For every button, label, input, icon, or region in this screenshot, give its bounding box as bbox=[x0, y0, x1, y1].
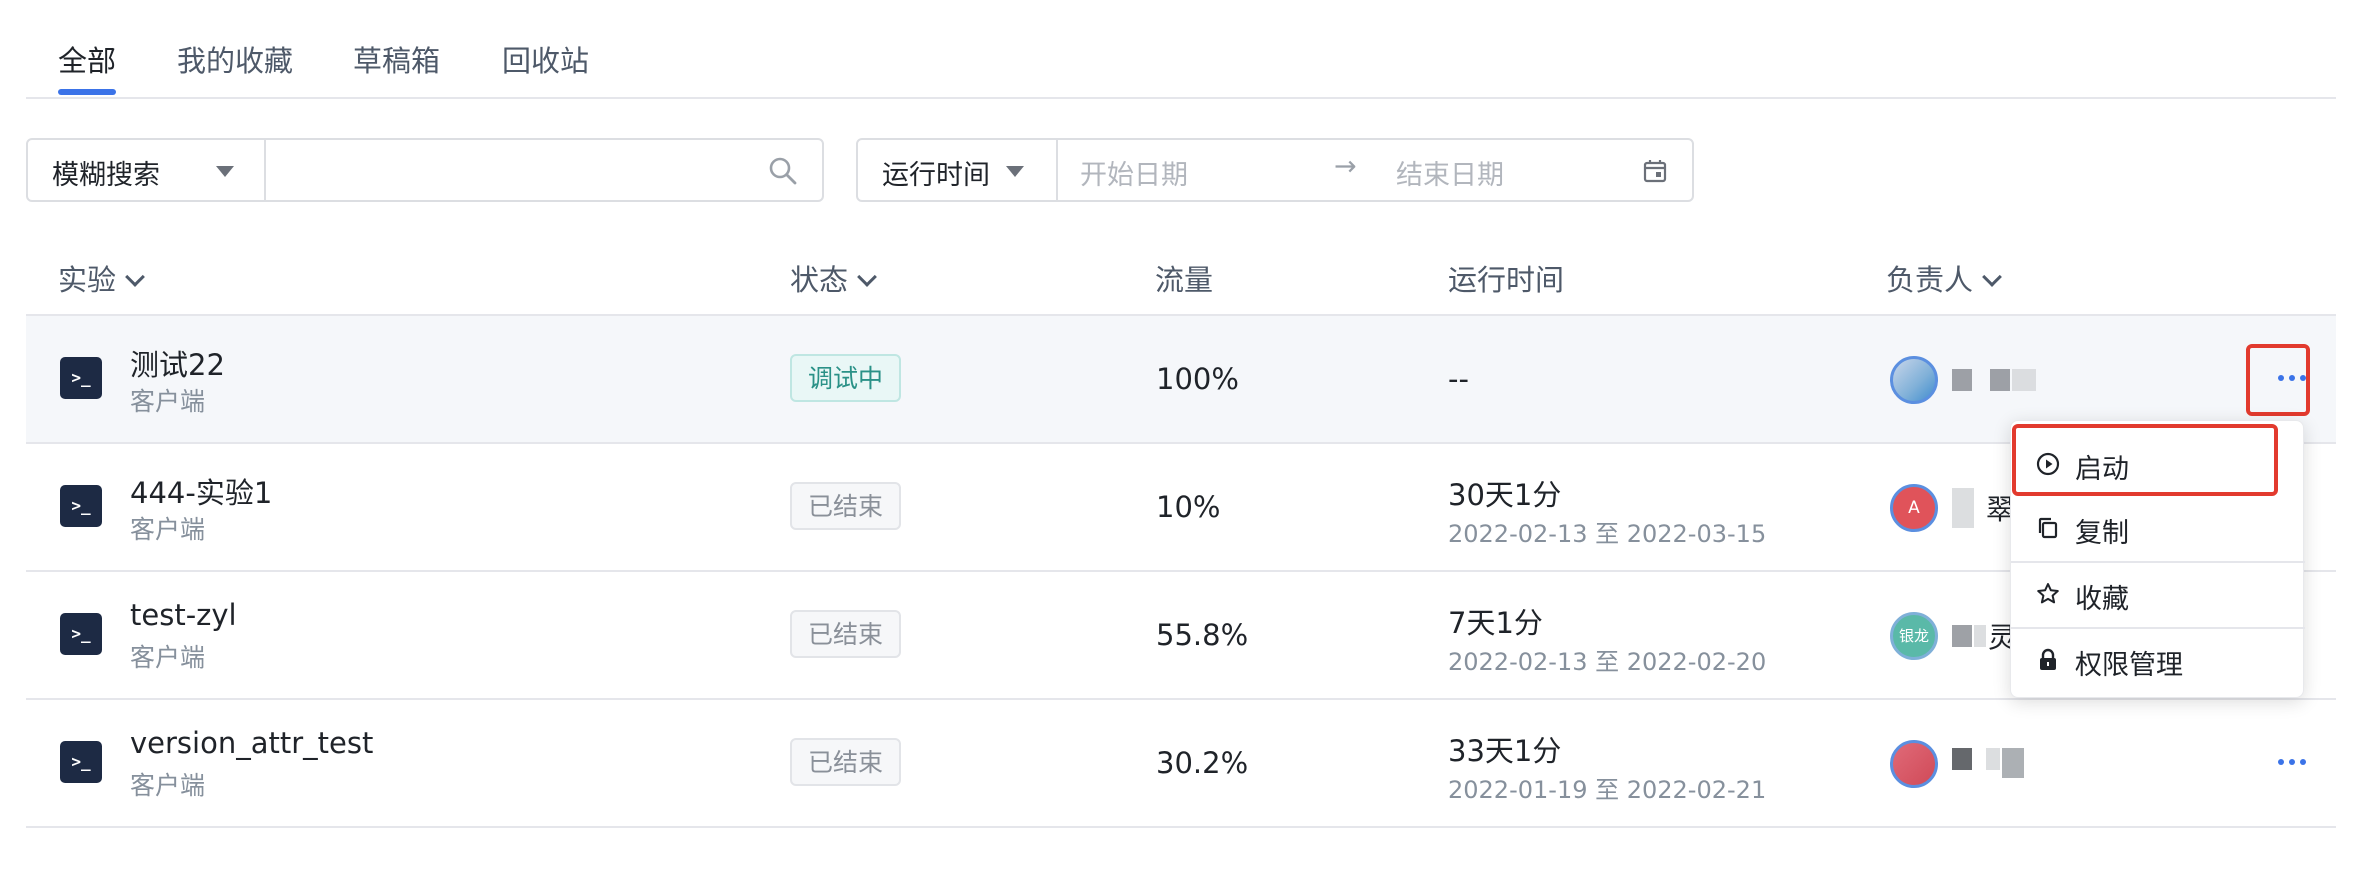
search-mode-value: 模糊搜索 bbox=[52, 160, 160, 191]
table-row[interactable]: >_ 测试22 客户端 调试中 100% -- bbox=[26, 316, 2336, 444]
end-date-input[interactable]: 结束日期 bbox=[1396, 153, 1504, 192]
experiment-platform: 客户端 bbox=[130, 387, 206, 416]
avatar bbox=[1890, 740, 1938, 788]
owner-name-blurred bbox=[2012, 369, 2036, 391]
caret-down-icon bbox=[216, 166, 234, 177]
owner-name-blurred bbox=[1974, 625, 1986, 647]
avatar: A bbox=[1890, 484, 1938, 532]
menu-item-permissions[interactable]: 权限管理 bbox=[2011, 629, 2305, 689]
tab-bar: 全部 我的收藏 草稿箱 回收站 bbox=[26, 0, 2336, 99]
run-time: 7天1分 bbox=[1448, 606, 1543, 640]
active-tab-indicator bbox=[58, 89, 116, 95]
search-filter: 模糊搜索 bbox=[26, 138, 824, 202]
col-header-owner[interactable]: 负责人 bbox=[1886, 257, 2002, 299]
divider bbox=[264, 140, 266, 200]
experiment-name[interactable]: 测试22 bbox=[130, 342, 225, 384]
traffic-value: 100% bbox=[1156, 362, 1239, 396]
experiment-name[interactable]: version_attr_test bbox=[130, 726, 373, 760]
terminal-icon: >_ bbox=[60, 741, 102, 783]
experiment-platform: 客户端 bbox=[130, 515, 206, 544]
traffic-value: 30.2% bbox=[1156, 746, 1249, 780]
caret-down-icon bbox=[1006, 166, 1024, 177]
start-date-input[interactable]: 开始日期 bbox=[1080, 153, 1188, 192]
run-date-range: 2022-01-19 至 2022-02-21 bbox=[1448, 776, 1767, 804]
more-actions-button[interactable] bbox=[2272, 747, 2312, 777]
experiment-platform: 客户端 bbox=[130, 643, 206, 672]
table-row[interactable]: >_ test-zyl 客户端 已结束 55.8% 7天1分 2022-02-1… bbox=[26, 572, 2336, 700]
chevron-down-icon bbox=[1982, 267, 2002, 287]
tab-all[interactable]: 全部 bbox=[58, 38, 116, 80]
highlight-outline bbox=[2012, 424, 2278, 496]
run-time: 30天1分 bbox=[1448, 478, 1562, 512]
run-time: -- bbox=[1448, 362, 1469, 396]
col-header-status[interactable]: 状态 bbox=[790, 257, 877, 299]
tab-drafts[interactable]: 草稿箱 bbox=[353, 38, 440, 80]
run-date-range: 2022-02-13 至 2022-03-15 bbox=[1448, 520, 1767, 548]
tab-recycle-bin[interactable]: 回收站 bbox=[502, 38, 589, 80]
traffic-value: 55.8% bbox=[1156, 618, 1249, 652]
date-range-filter: 运行时间 开始日期 → 结束日期 bbox=[856, 138, 1694, 202]
owner-name-blurred bbox=[1952, 369, 1972, 391]
highlight-outline bbox=[2246, 344, 2310, 416]
calendar-icon[interactable] bbox=[1642, 158, 1668, 184]
search-icon[interactable] bbox=[768, 156, 798, 186]
owner-name-blurred bbox=[1990, 369, 2010, 391]
status-badge: 调试中 bbox=[790, 354, 902, 402]
copy-icon bbox=[2038, 517, 2058, 539]
time-field-value: 运行时间 bbox=[882, 160, 990, 191]
run-time: 33天1分 bbox=[1448, 734, 1562, 768]
status-badge: 已结束 bbox=[790, 738, 902, 786]
run-date-range: 2022-02-13 至 2022-02-20 bbox=[1448, 648, 1767, 676]
owner-name-blurred bbox=[1986, 748, 2000, 770]
search-mode-select[interactable]: 模糊搜索 bbox=[28, 140, 264, 200]
menu-item-copy[interactable]: 复制 bbox=[2011, 497, 2305, 557]
table-row[interactable]: >_ 444-实验1 客户端 已结束 10% 30天1分 2022-02-13 … bbox=[26, 444, 2336, 572]
col-header-experiment[interactable]: 实验 bbox=[58, 257, 145, 299]
search-input[interactable] bbox=[278, 148, 772, 194]
time-field-select[interactable]: 运行时间 bbox=[858, 140, 1056, 200]
status-badge: 已结束 bbox=[790, 610, 902, 658]
col-header-traffic: 流量 bbox=[1155, 263, 1214, 297]
owner-name-blurred bbox=[1952, 488, 1974, 528]
owner-name-blurred bbox=[2002, 748, 2024, 778]
tab-favorites[interactable]: 我的收藏 bbox=[177, 38, 293, 80]
col-header-run-time: 运行时间 bbox=[1448, 263, 1565, 297]
lock-icon bbox=[2040, 648, 2056, 670]
chevron-down-icon bbox=[125, 267, 145, 287]
table-row[interactable]: >_ version_attr_test 客户端 已结束 30.2% 33天1分… bbox=[26, 700, 2336, 828]
owner-name-blurred bbox=[1952, 748, 1972, 770]
experiment-name[interactable]: test-zyl bbox=[130, 598, 237, 632]
traffic-value: 10% bbox=[1156, 490, 1221, 524]
status-badge: 已结束 bbox=[790, 482, 902, 530]
terminal-icon: >_ bbox=[60, 357, 102, 399]
avatar bbox=[1890, 356, 1938, 404]
terminal-icon: >_ bbox=[60, 613, 102, 655]
arrow-right-icon: → bbox=[1334, 151, 1357, 182]
owner-name-blurred bbox=[1952, 625, 1972, 647]
experiment-platform: 客户端 bbox=[130, 771, 206, 800]
divider bbox=[1056, 140, 1058, 200]
chevron-down-icon bbox=[857, 267, 877, 287]
menu-item-favorite[interactable]: 收藏 bbox=[2011, 563, 2305, 623]
star-icon bbox=[2037, 583, 2059, 604]
terminal-icon: >_ bbox=[60, 485, 102, 527]
experiment-name[interactable]: 444-实验1 bbox=[130, 470, 272, 512]
avatar: 银龙 bbox=[1890, 612, 1938, 660]
